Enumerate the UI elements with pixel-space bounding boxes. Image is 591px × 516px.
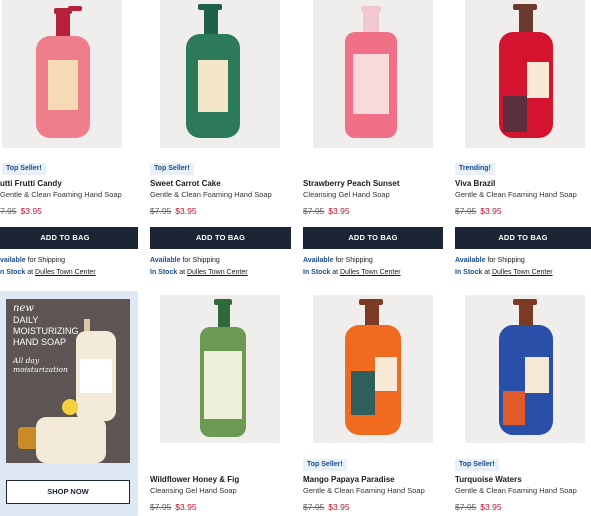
original-price: $7.95 (303, 206, 325, 216)
soap-bottle-image (2, 0, 122, 148)
stock-label: In Stock (150, 269, 178, 276)
store-stock: n Stock at Dulles Town Center (0, 269, 96, 276)
product-image[interactable] (465, 0, 585, 148)
product-price: $7.95 $3.95 (455, 502, 502, 512)
product-card[interactable]: Strawberry Peach Sunset Cleansing Gel Ha… (303, 0, 445, 276)
at-text: at (332, 269, 339, 276)
product-description: Gentle & Clean Foaming Hand Soap (150, 190, 272, 199)
original-price: 7.95 (0, 206, 17, 216)
original-price: $7.95 (455, 206, 477, 216)
product-price: 7.95 $3.95 (0, 206, 42, 216)
shipping-text: for Shipping (27, 257, 65, 264)
product-image[interactable] (465, 295, 585, 443)
availability-label: Available (150, 257, 181, 264)
store-stock: In Stock at Dulles Town Center (455, 269, 553, 276)
sale-price: $3.95 (328, 206, 350, 216)
stock-label: n Stock (0, 269, 26, 276)
shipping-availability: Available for Shipping (150, 257, 220, 264)
soap-bottle-image (465, 295, 585, 443)
product-badge: Top Seller! (303, 459, 347, 471)
product-image[interactable] (313, 295, 433, 443)
shipping-availability: Available for Shipping (455, 257, 525, 264)
product-name[interactable]: Mango Papaya Paradise (303, 475, 395, 484)
product-name[interactable]: Turquoise Waters (455, 475, 522, 484)
shipping-availability: Available for Shipping (303, 257, 373, 264)
product-price: $7.95 $3.95 (150, 206, 197, 216)
product-name[interactable]: Sweet Carrot Cake (150, 179, 221, 188)
soap-bottle-image (313, 295, 433, 443)
product-badge: Top Seller! (150, 163, 194, 175)
product-card[interactable]: Top Seller! Turquoise Waters Gentle & Cl… (455, 295, 591, 512)
soap-bottle-image (313, 0, 433, 148)
add-to-bag-button[interactable]: ADD TO BAG (455, 227, 591, 249)
sale-price: $3.95 (480, 502, 502, 512)
product-price: $7.95 $3.95 (150, 502, 197, 512)
shop-now-button[interactable]: SHOP NOW (6, 480, 130, 504)
product-image[interactable] (2, 0, 122, 148)
add-to-bag-button[interactable]: ADD TO BAG (303, 227, 443, 249)
product-image[interactable] (160, 295, 280, 443)
shipping-text: for Shipping (335, 257, 373, 264)
product-description: Cleansing Gel Hand Soap (150, 486, 237, 495)
product-card[interactable]: Top Seller! Sweet Carrot Cake Gentle & C… (150, 0, 292, 276)
promo-title: DAILY MOISTURIZING HAND SOAP (13, 315, 79, 347)
sale-price: $3.95 (328, 502, 350, 512)
product-image[interactable] (313, 0, 433, 148)
store-link[interactable]: Dulles Town Center (492, 269, 553, 276)
availability-label: Available (455, 257, 486, 264)
store-link[interactable]: Dulles Town Center (35, 269, 96, 276)
availability-label: Available (303, 257, 334, 264)
store-stock: In Stock at Dulles Town Center (303, 269, 401, 276)
product-price: $7.95 $3.95 (455, 206, 502, 216)
shipping-availability: vailable for Shipping (0, 257, 65, 264)
sale-price: $3.95 (20, 206, 42, 216)
product-badge: Top Seller! (2, 163, 46, 175)
product-badge: Trending! (455, 163, 495, 175)
product-badge: Top Seller! (455, 459, 499, 471)
promo-subtitle: All day moisturization (13, 356, 68, 374)
product-description: Gentle & Clean Foaming Hand Soap (0, 190, 122, 199)
soap-bottle-image (160, 295, 280, 443)
soap-bottle-image (465, 0, 585, 148)
sale-price: $3.95 (175, 502, 197, 512)
product-card[interactable]: Trending! Viva Brazil Gentle & Clean Foa… (455, 0, 591, 276)
product-name[interactable]: Strawberry Peach Sunset (303, 179, 399, 188)
product-description: Gentle & Clean Foaming Hand Soap (303, 486, 425, 495)
sale-price: $3.95 (480, 206, 502, 216)
shipping-text: for Shipping (487, 257, 525, 264)
product-image[interactable] (160, 0, 280, 148)
product-description: Gentle & Clean Foaming Hand Soap (455, 486, 577, 495)
store-link[interactable]: Dulles Town Center (340, 269, 401, 276)
soap-bottle-image (160, 0, 280, 148)
sale-price: $3.95 (175, 206, 197, 216)
product-name[interactable]: utti Frutti Candy (0, 179, 62, 188)
add-to-bag-button[interactable]: ADD TO BAG (0, 227, 138, 249)
stock-label: In Stock (455, 269, 483, 276)
product-name[interactable]: Viva Brazil (455, 179, 495, 188)
product-price: $7.95 $3.95 (303, 502, 350, 512)
promo-image[interactable]: new DAILY MOISTURIZING HAND SOAP All day… (6, 299, 130, 463)
original-price: $7.95 (150, 502, 172, 512)
product-name[interactable]: Wildflower Honey & Fig (150, 475, 239, 484)
promo-new-label: new (13, 303, 34, 314)
shipping-text: for Shipping (182, 257, 220, 264)
product-card[interactable]: Wildflower Honey & Fig Cleansing Gel Han… (150, 295, 292, 512)
availability-label: vailable (0, 257, 26, 264)
at-text: at (484, 269, 491, 276)
product-description: Cleansing Gel Hand Soap (303, 190, 390, 199)
product-price: $7.95 $3.95 (303, 206, 350, 216)
store-stock: In Stock at Dulles Town Center (150, 269, 248, 276)
product-card[interactable]: Top Seller! utti Frutti Candy Gentle & C… (0, 0, 138, 276)
promo-banner[interactable]: new DAILY MOISTURIZING HAND SOAP All day… (0, 291, 138, 516)
at-text: at (27, 269, 34, 276)
original-price: $7.95 (150, 206, 172, 216)
at-text: at (179, 269, 186, 276)
product-card[interactable]: Top Seller! Mango Papaya Paradise Gentle… (303, 295, 445, 512)
stock-label: In Stock (303, 269, 331, 276)
product-description: Gentle & Clean Foaming Hand Soap (455, 190, 577, 199)
original-price: $7.95 (455, 502, 477, 512)
store-link[interactable]: Dulles Town Center (187, 269, 248, 276)
original-price: $7.95 (303, 502, 325, 512)
add-to-bag-button[interactable]: ADD TO BAG (150, 227, 291, 249)
